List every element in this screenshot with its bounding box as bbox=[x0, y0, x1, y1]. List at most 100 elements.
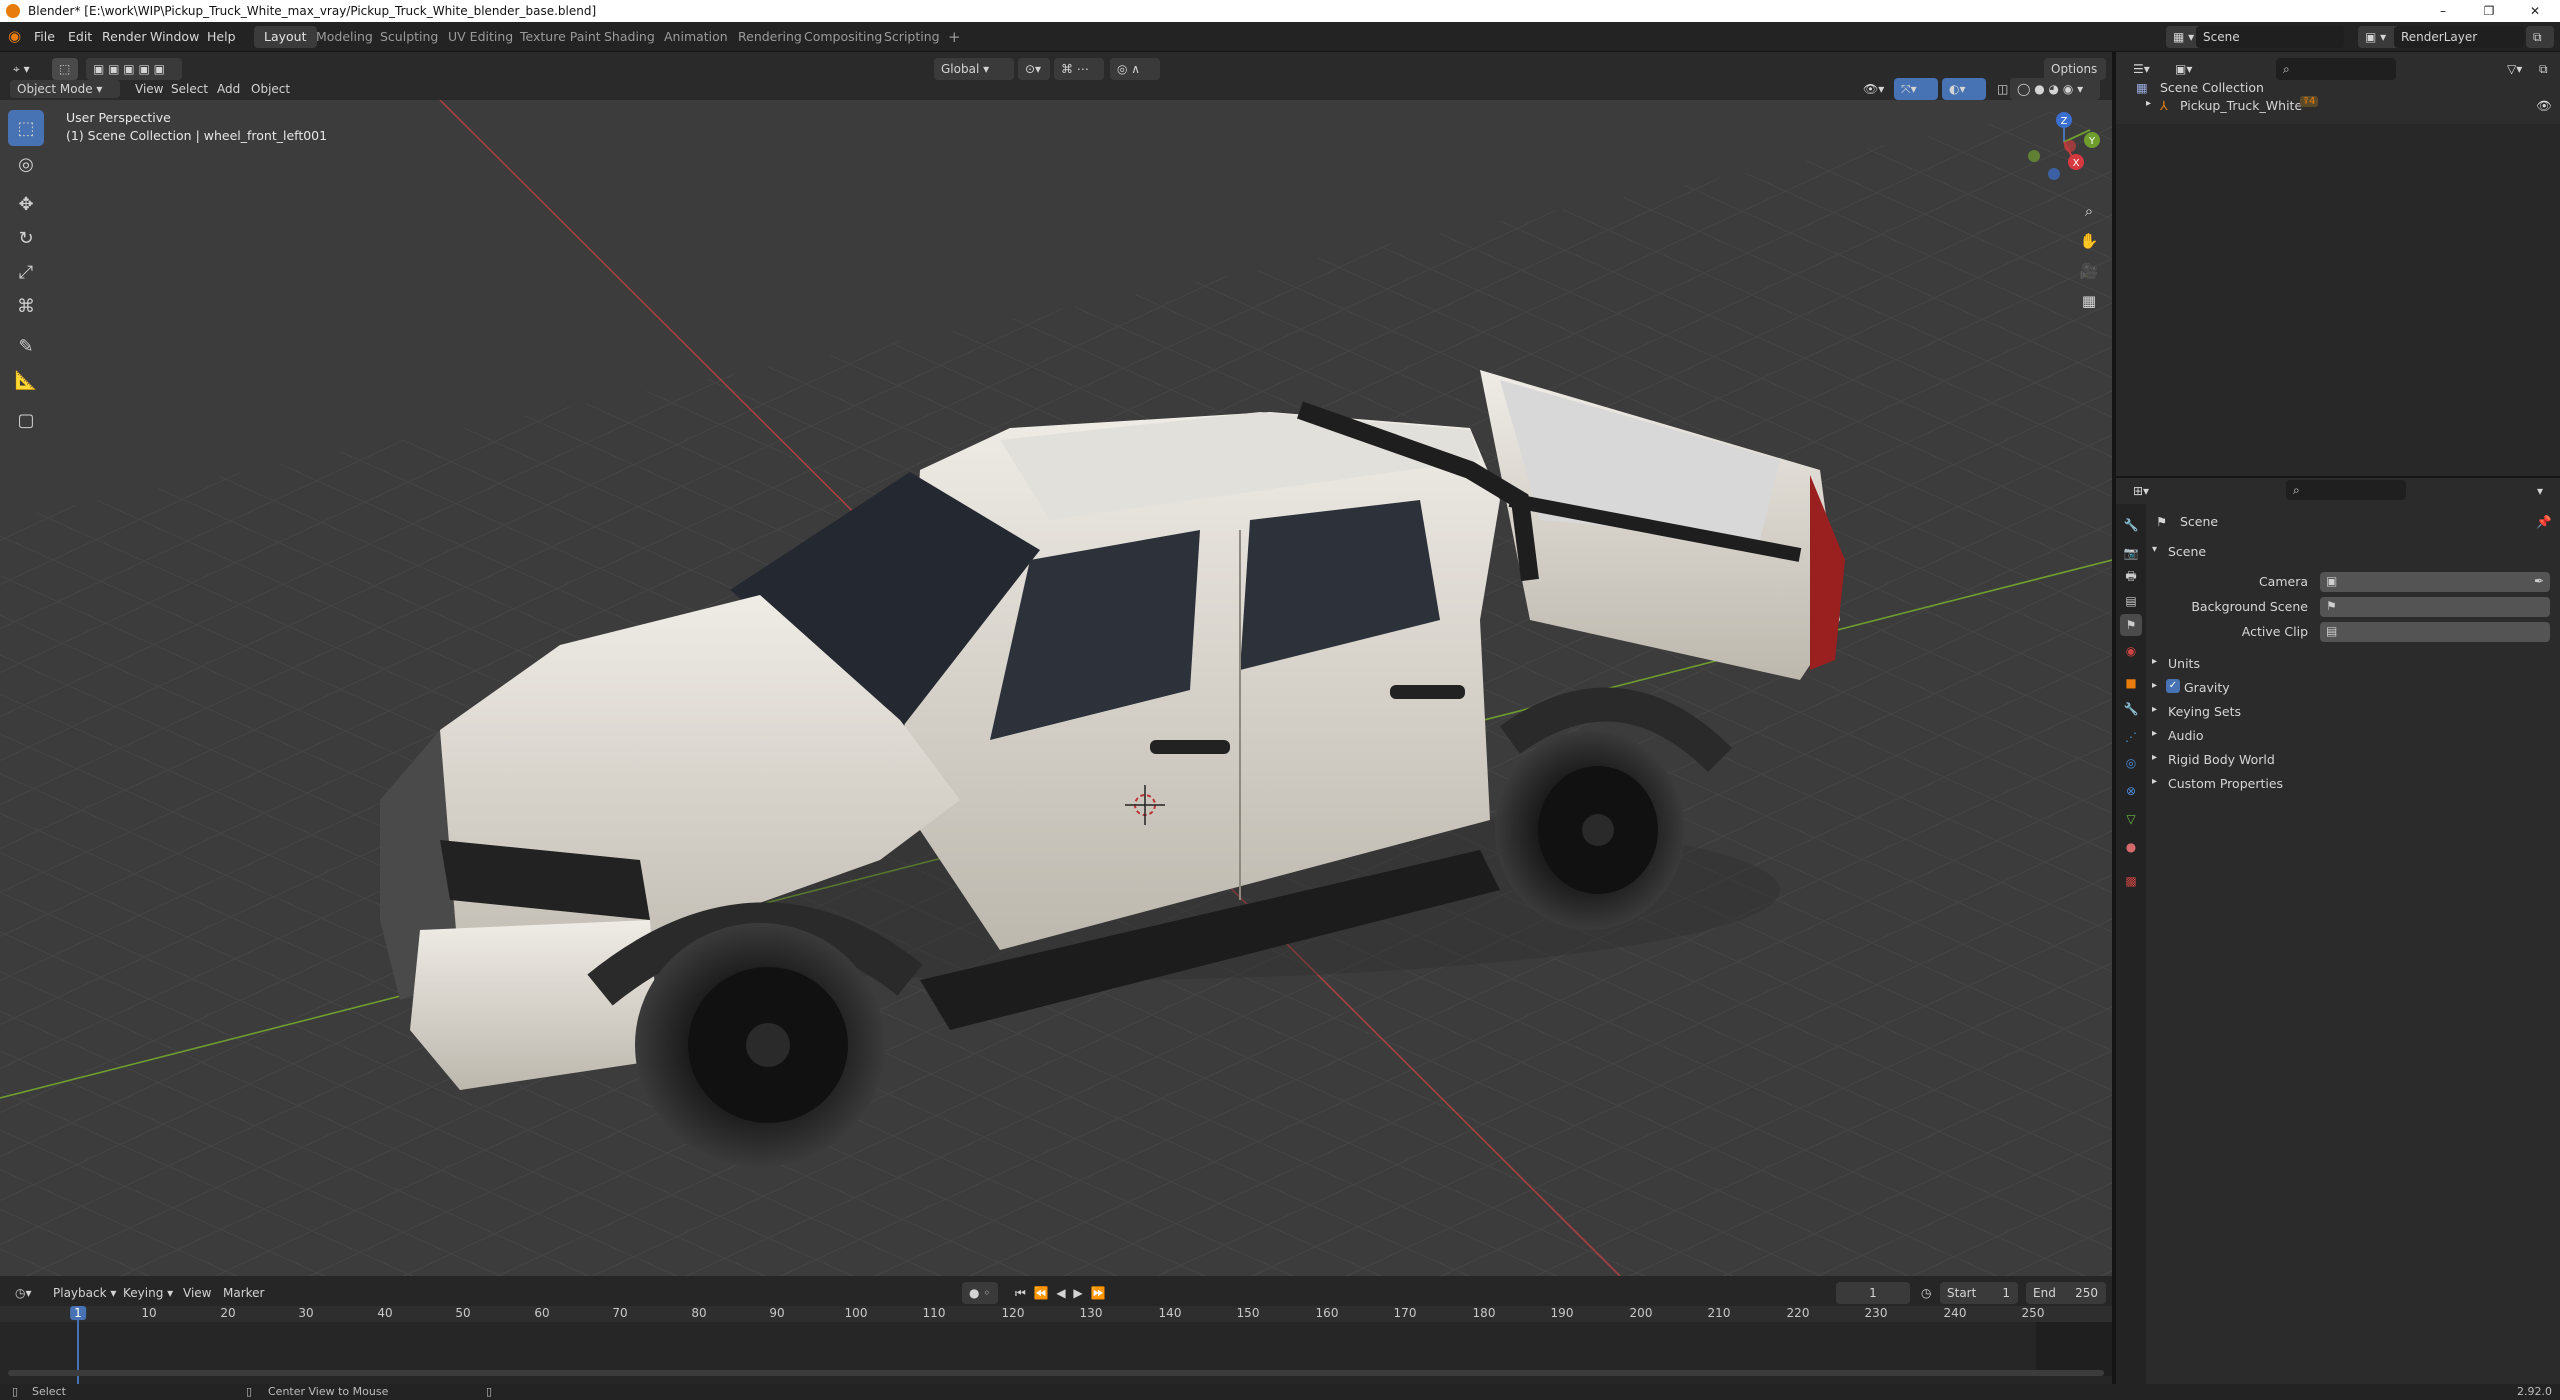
physics-tab-icon[interactable]: ◎ bbox=[2120, 752, 2142, 774]
scene-panel-title[interactable]: Scene bbox=[2168, 544, 2206, 559]
annotate-tool-icon[interactable]: ✎ bbox=[8, 328, 44, 364]
pivot-icon[interactable]: ⊙▾ bbox=[1018, 58, 1050, 80]
tool-tab-icon[interactable]: 🔧 bbox=[2120, 514, 2142, 536]
proportional-edit-icon[interactable]: ◎ ∧ bbox=[1110, 58, 1160, 80]
scene-collection-label[interactable]: Scene Collection bbox=[2160, 80, 2264, 95]
units-panel[interactable]: Units bbox=[2168, 656, 2200, 671]
end-frame-field[interactable]: End 250 bbox=[2026, 1282, 2106, 1304]
add-workspace-button[interactable]: + bbox=[938, 26, 971, 48]
properties-options-icon[interactable]: ▾ bbox=[2530, 480, 2550, 502]
view-layer-tab-icon[interactable]: ▤ bbox=[2120, 590, 2142, 612]
tab-sculpting[interactable]: Sculpting bbox=[370, 26, 448, 48]
restore-button[interactable]: ❐ bbox=[2466, 0, 2512, 22]
select-tool-icon[interactable]: ⬚ bbox=[8, 110, 44, 146]
select-box-icon[interactable]: ⬚ bbox=[52, 58, 78, 80]
audio-panel[interactable]: Audio bbox=[2168, 728, 2204, 743]
outliner-search-input[interactable]: ⌕ bbox=[2276, 58, 2396, 80]
menu-edit[interactable]: Edit bbox=[68, 29, 92, 44]
constraints-tab-icon[interactable]: ⊗ bbox=[2120, 780, 2142, 802]
keying-sets-arrow-icon[interactable]: ▸ bbox=[2152, 704, 2157, 715]
preview-range-icon[interactable]: ◷ bbox=[1914, 1282, 1938, 1304]
scale-tool-icon[interactable]: ⤢ bbox=[8, 254, 44, 290]
menu-file[interactable]: File bbox=[34, 29, 55, 44]
render-tab-icon[interactable]: 📷 bbox=[2120, 542, 2142, 564]
camera-field[interactable]: ▣ ✒ bbox=[2320, 572, 2550, 592]
snap-icon[interactable]: ⌘ ⋯ bbox=[1054, 58, 1104, 80]
measure-tool-icon[interactable]: 📐 bbox=[8, 362, 44, 398]
material-tab-icon[interactable]: ● bbox=[2120, 836, 2142, 858]
menu-window[interactable]: Window bbox=[150, 29, 199, 44]
visibility-icon[interactable]: 👁▾ bbox=[1856, 78, 1891, 100]
rigid-body-world-panel[interactable]: Rigid Body World bbox=[2168, 752, 2275, 767]
menu-render[interactable]: Render bbox=[102, 29, 147, 44]
data-tab-icon[interactable]: ▽ bbox=[2120, 808, 2142, 830]
modifier-tab-icon[interactable]: 🔧 bbox=[2120, 698, 2142, 720]
outliner-item-pickup-truck[interactable]: Pickup_Truck_White bbox=[2180, 98, 2302, 113]
rigid-body-arrow-icon[interactable]: ▸ bbox=[2152, 752, 2157, 763]
keying-sets-panel[interactable]: Keying Sets bbox=[2168, 704, 2241, 719]
wheel-rear-left[interactable] bbox=[1495, 730, 1685, 930]
object-data-icon[interactable]: ⍒4 bbox=[2300, 96, 2319, 107]
timeline-view-menu[interactable]: View bbox=[176, 1282, 218, 1304]
scene-panel-arrow-icon[interactable]: ▾ bbox=[2152, 544, 2157, 555]
transform-tool-icon[interactable]: ⌘ bbox=[8, 288, 44, 324]
add-cube-tool-icon[interactable]: ▢ bbox=[8, 402, 44, 438]
options-dropdown[interactable]: Options ▾ bbox=[2044, 58, 2106, 98]
zoom-icon[interactable]: ⌕ bbox=[2074, 196, 2104, 226]
keying-menu[interactable]: Keying ▾ bbox=[116, 1282, 180, 1304]
background-scene-field[interactable]: ⚑ bbox=[2320, 597, 2550, 617]
playback-menu[interactable]: Playback ▾ bbox=[46, 1282, 123, 1304]
outliner-editor-icon[interactable]: ☰▾ bbox=[2126, 58, 2157, 80]
rotate-tool-icon[interactable]: ↻ bbox=[8, 220, 44, 256]
playback-controls[interactable]: ⏮ ⏪ ◀ ▶ ⏩ ⏭ bbox=[1008, 1282, 1124, 1322]
menu-add[interactable]: Add bbox=[210, 80, 247, 98]
properties-search-input[interactable]: ⌕ bbox=[2286, 480, 2406, 500]
units-arrow-icon[interactable]: ▸ bbox=[2152, 656, 2157, 667]
menu-object[interactable]: Object bbox=[244, 80, 297, 98]
pan-hand-icon[interactable]: ✋ bbox=[2074, 226, 2104, 256]
tab-animation[interactable]: Animation bbox=[654, 26, 738, 48]
world-tab-icon[interactable]: ◉ bbox=[2120, 640, 2142, 662]
wheel-front-left[interactable] bbox=[635, 923, 885, 1167]
menu-help[interactable]: Help bbox=[207, 29, 236, 44]
menu-select[interactable]: Select bbox=[164, 80, 215, 98]
new-collection-icon[interactable]: ⧉ bbox=[2532, 58, 2555, 80]
visibility-eye-icon[interactable]: 👁 bbox=[2536, 98, 2552, 114]
scene-name-field[interactable]: Scene bbox=[2196, 26, 2344, 48]
start-frame-field[interactable]: Start 1 bbox=[1940, 1282, 2018, 1304]
pin-icon[interactable]: 📌 bbox=[2536, 514, 2552, 530]
3d-viewport[interactable]: Z Y X User Perspective (1) Scene Collect… bbox=[0, 100, 2112, 1276]
properties-editor-icon[interactable]: ⊞▾ bbox=[2126, 480, 2156, 502]
audio-arrow-icon[interactable]: ▸ bbox=[2152, 728, 2157, 739]
object-tab-icon[interactable]: ■ bbox=[2120, 672, 2142, 694]
camera-view-icon[interactable]: 🎥 bbox=[2074, 256, 2104, 286]
filter-icon[interactable]: ▽▾ bbox=[2500, 58, 2529, 80]
gravity-arrow-icon[interactable]: ▸ bbox=[2152, 680, 2157, 691]
marker-menu[interactable]: Marker bbox=[216, 1282, 271, 1304]
gravity-panel[interactable]: Gravity bbox=[2184, 680, 2230, 695]
display-mode-icon[interactable]: ▣▾ bbox=[2168, 58, 2199, 80]
close-button[interactable]: ✕ bbox=[2512, 0, 2558, 22]
selection-mode-icons[interactable]: ▣ ▣ ▣ ▣ ▣ bbox=[86, 58, 182, 80]
overlay-toggle-icon[interactable]: ◐▾ bbox=[1942, 78, 1986, 100]
timeline-scrollbar[interactable] bbox=[8, 1370, 2104, 1376]
shading-modes[interactable]: ◯ ● ◕ ◉ ▾ bbox=[2010, 78, 2100, 100]
custom-properties-panel[interactable]: Custom Properties bbox=[2168, 776, 2283, 791]
perspective-toggle-icon[interactable]: ▦ bbox=[2074, 286, 2104, 316]
output-tab-icon[interactable]: 🖶 bbox=[2120, 566, 2142, 588]
editor-type-icon[interactable]: ⌖ ▾ bbox=[6, 58, 37, 80]
expand-arrow-icon[interactable]: ▸ bbox=[2146, 98, 2151, 109]
object-mode-dropdown[interactable]: Object Mode ▾ bbox=[10, 80, 120, 98]
timeline-editor-icon[interactable]: ◷▾ bbox=[8, 1282, 39, 1304]
custom-properties-arrow-icon[interactable]: ▸ bbox=[2152, 776, 2157, 787]
record-button[interactable]: ● ◦ bbox=[962, 1282, 998, 1304]
active-clip-field[interactable]: ▤ bbox=[2320, 622, 2550, 642]
timeline-editor[interactable]: ◷▾ Playback ▾ Keying ▾ View Marker ● ◦ ⏮… bbox=[0, 1276, 2112, 1384]
gravity-checkbox[interactable]: ✓ bbox=[2166, 679, 2180, 693]
move-tool-icon[interactable]: ✥ bbox=[8, 186, 44, 222]
blender-menu-icon[interactable]: ◉ bbox=[8, 27, 21, 45]
particles-tab-icon[interactable]: ⋰ bbox=[2120, 726, 2142, 748]
renderlayer-options-icon[interactable]: ⧉ bbox=[2526, 26, 2554, 48]
current-frame-field[interactable]: 1 bbox=[1836, 1282, 1910, 1304]
cursor-tool-icon[interactable]: ◎ bbox=[8, 146, 44, 182]
